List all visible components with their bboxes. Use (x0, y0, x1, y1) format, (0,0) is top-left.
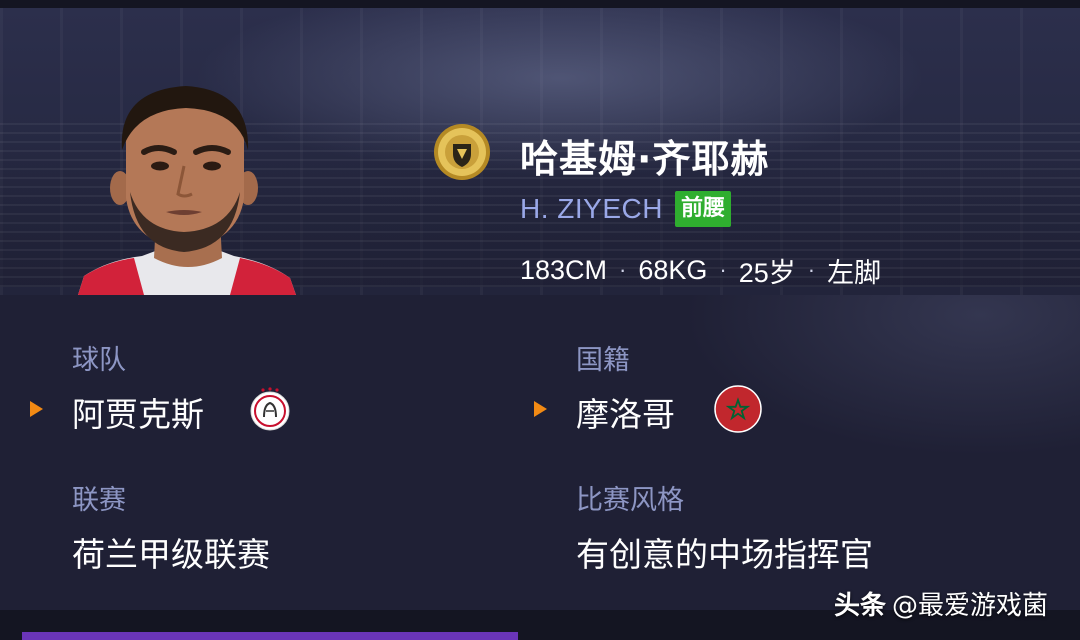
ajax-crest-icon[interactable] (248, 387, 292, 431)
player-portrait (78, 86, 296, 295)
player-foot: 左脚 (827, 257, 882, 288)
player-name-row: H. ZIYECH 前腰 (520, 190, 731, 228)
player-name-en: H. ZIYECH (520, 193, 663, 224)
play-style-value: 有创意的中场指挥官 (576, 535, 873, 574)
play-arrow-icon[interactable] (30, 401, 43, 417)
league-label: 联赛 (72, 485, 126, 516)
watermark: 头条 @最爱游戏菌 (834, 585, 1048, 622)
top-strip (0, 0, 1080, 8)
player-name-cn: 哈基姆·齐耶赫 (520, 137, 770, 181)
gold-coin-badge-icon (434, 124, 490, 180)
stat-separator: · (619, 257, 627, 282)
nationality-value[interactable]: 摩洛哥 (576, 388, 675, 436)
player-height: 183CM (520, 254, 608, 285)
team-label: 球队 (72, 345, 126, 376)
player-stats-row: 183CM · 68KG · 25岁 · 左脚 (520, 252, 881, 288)
play-arrow-icon[interactable] (534, 401, 547, 417)
team-value[interactable]: 阿贾克斯 (72, 388, 204, 436)
bottom-accent-bar (22, 632, 518, 640)
morocco-flag-icon[interactable] (714, 385, 762, 433)
watermark-app: 头条 (834, 591, 887, 621)
nationality-label: 国籍 (576, 345, 630, 376)
watermark-handle: @最爱游戏菌 (892, 591, 1049, 621)
play-style-label: 比赛风格 (576, 485, 684, 516)
stat-separator: · (719, 257, 727, 282)
stat-separator: · (807, 257, 816, 282)
league-value: 荷兰甲级联赛 (72, 535, 270, 574)
player-weight: 68KG (638, 254, 708, 285)
position-tag: 前腰 (674, 191, 731, 227)
player-age: 25岁 (738, 257, 796, 288)
